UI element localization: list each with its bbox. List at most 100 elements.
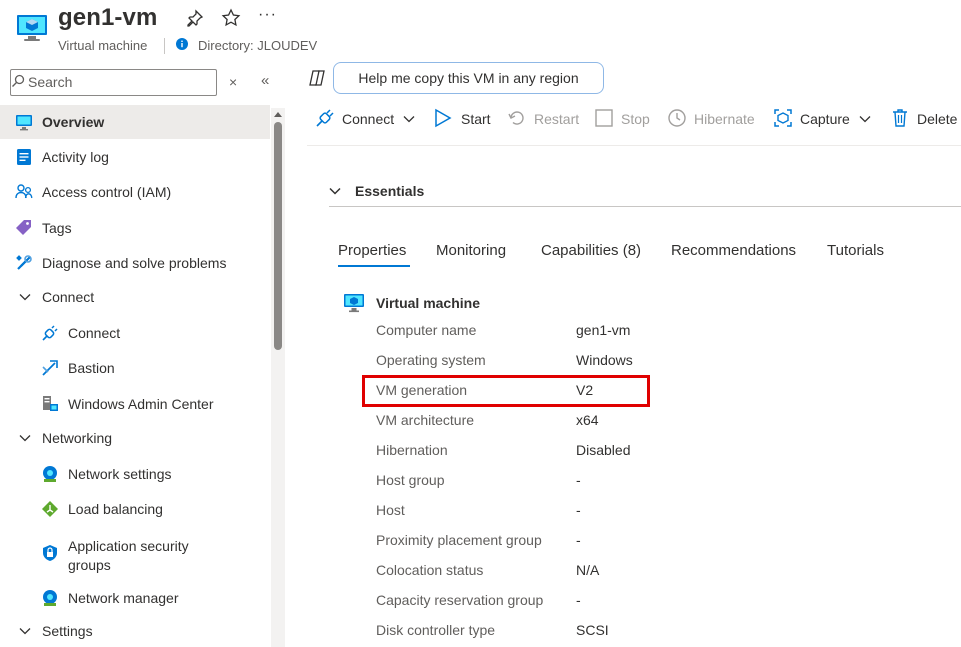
property-value: - xyxy=(576,592,581,608)
sidebar-item-label: Network settings xyxy=(68,466,172,482)
restart-icon xyxy=(508,111,524,125)
tab-recommendations[interactable]: Recommendations xyxy=(671,242,796,259)
capture-icon xyxy=(774,109,792,127)
tag-icon xyxy=(16,220,31,235)
page-title: gen1-vm xyxy=(58,4,158,31)
stop-button[interactable]: Stop xyxy=(621,111,650,127)
tab-capabilities[interactable]: Capabilities (8) xyxy=(541,242,641,259)
property-key: Host xyxy=(376,502,405,518)
sidebar-group-settings[interactable]: Settings xyxy=(0,614,270,647)
property-key: Computer name xyxy=(376,322,477,338)
property-key: Host group xyxy=(376,472,445,488)
tab-tutorials[interactable]: Tutorials xyxy=(827,242,884,259)
sidebar-item-network-manager[interactable]: Network manager xyxy=(0,581,270,615)
sidebar-item-connect[interactable]: Connect xyxy=(0,316,270,350)
property-key: Proximity placement group xyxy=(376,532,542,548)
chevron-down-icon xyxy=(19,435,31,442)
essentials-divider xyxy=(329,206,961,207)
sidebar-item-overview[interactable]: Overview xyxy=(0,105,270,139)
sidebar-item-label: Network manager xyxy=(68,590,179,606)
property-key: Colocation status xyxy=(376,562,484,578)
essentials-toggle[interactable]: Essentials xyxy=(355,183,424,199)
resource-type: Virtual machine xyxy=(58,38,148,53)
load-balancer-icon xyxy=(42,501,58,517)
property-value: - xyxy=(576,532,581,548)
network-manager-icon xyxy=(43,590,57,606)
collapse-sidebar-button[interactable]: « xyxy=(261,72,269,89)
sidebar-item-label: Application security groups xyxy=(68,538,189,573)
property-value: N/A xyxy=(576,562,600,578)
vm-generation-highlight-box xyxy=(362,375,650,407)
people-icon xyxy=(15,184,33,199)
hibernate-icon xyxy=(668,109,686,127)
capture-button[interactable]: Capture xyxy=(800,111,850,127)
star-icon[interactable] xyxy=(221,8,241,28)
property-key: Operating system xyxy=(376,352,486,368)
bastion-icon xyxy=(42,360,58,376)
directory-label: Directory: JLOUDEV xyxy=(198,38,318,53)
chevron-down-icon[interactable] xyxy=(403,114,415,124)
active-tab-indicator xyxy=(338,265,410,267)
info-icon xyxy=(176,38,188,50)
header-divider xyxy=(164,38,165,54)
section-title: Virtual machine xyxy=(376,295,481,311)
copilot-suggestion-button[interactable]: Help me copy this VM in any region xyxy=(333,62,604,94)
sidebar-group-label: Settings xyxy=(42,623,93,639)
property-value: x64 xyxy=(576,412,599,428)
chevron-down-icon[interactable] xyxy=(859,114,871,124)
scrollbar-thumb[interactable] xyxy=(274,122,282,350)
stop-icon xyxy=(595,109,613,127)
sidebar-item-label: Tags xyxy=(42,220,72,236)
sidebar-item-load-balancing[interactable]: Load balancing xyxy=(0,492,270,526)
sidebar-item-label: Windows Admin Center xyxy=(68,396,214,412)
property-value: gen1-vm xyxy=(576,322,631,338)
start-button[interactable]: Start xyxy=(461,111,491,127)
sidebar-item-activity-log[interactable]: Activity log xyxy=(0,140,270,174)
sidebar-item-label: Diagnose and solve problems xyxy=(42,255,227,271)
chevron-down-icon xyxy=(19,628,31,635)
sidebar-item-access-control[interactable]: Access control (IAM) xyxy=(0,175,270,209)
property-key: VM architecture xyxy=(376,412,475,428)
trash-icon xyxy=(893,109,907,127)
sidebar-item-windows-admin-center[interactable]: Windows Admin Center xyxy=(0,387,270,421)
play-icon xyxy=(435,108,452,128)
scroll-up-arrow-icon[interactable] xyxy=(273,110,283,118)
sidebar-item-application-security-groups[interactable]: Application security groups xyxy=(0,528,270,576)
property-key: Hibernation xyxy=(376,442,448,458)
plug-icon xyxy=(42,325,58,341)
activity-log-icon xyxy=(17,149,31,165)
more-options-button[interactable]: ··· xyxy=(258,6,277,24)
sidebar-group-label: Connect xyxy=(42,289,95,305)
sidebar-item-tags[interactable]: Tags xyxy=(0,211,270,245)
virtual-machine-icon xyxy=(17,15,47,41)
vm-icon xyxy=(16,115,32,131)
sidebar-item-diagnose[interactable]: Diagnose and solve problems xyxy=(0,246,270,280)
connect-button[interactable]: Connect xyxy=(342,111,394,127)
toolbar-divider xyxy=(307,145,961,146)
sidebar-item-bastion[interactable]: Bastion xyxy=(0,351,270,385)
chevron-down-icon[interactable] xyxy=(329,186,341,196)
property-key: Disk controller type xyxy=(376,622,496,638)
property-value: Windows xyxy=(576,352,633,368)
clear-search-button[interactable]: × xyxy=(229,74,237,90)
property-value: Disabled xyxy=(576,442,631,458)
delete-button[interactable]: Delete xyxy=(917,111,957,127)
virtual-machine-icon xyxy=(344,294,364,313)
tab-properties[interactable]: Properties xyxy=(338,242,406,259)
sidebar-item-network-settings[interactable]: Network settings xyxy=(0,457,270,491)
sidebar-group-networking[interactable]: Networking xyxy=(0,421,270,455)
search-placeholder: Search xyxy=(28,74,73,90)
admin-center-icon xyxy=(43,396,58,411)
tab-monitoring[interactable]: Monitoring xyxy=(436,242,506,259)
wrench-icon xyxy=(16,255,32,270)
pin-icon[interactable] xyxy=(186,9,204,27)
sidebar-group-label: Networking xyxy=(42,430,113,446)
connect-icon xyxy=(316,109,334,127)
sidebar-item-label: Overview xyxy=(42,114,105,130)
property-value: SCSI xyxy=(576,622,609,638)
restart-button[interactable]: Restart xyxy=(534,111,579,127)
sidebar-group-connect[interactable]: Connect xyxy=(0,280,270,314)
property-value: - xyxy=(576,472,581,488)
hibernate-button[interactable]: Hibernate xyxy=(694,111,755,127)
property-key: Capacity reservation group xyxy=(376,592,544,608)
